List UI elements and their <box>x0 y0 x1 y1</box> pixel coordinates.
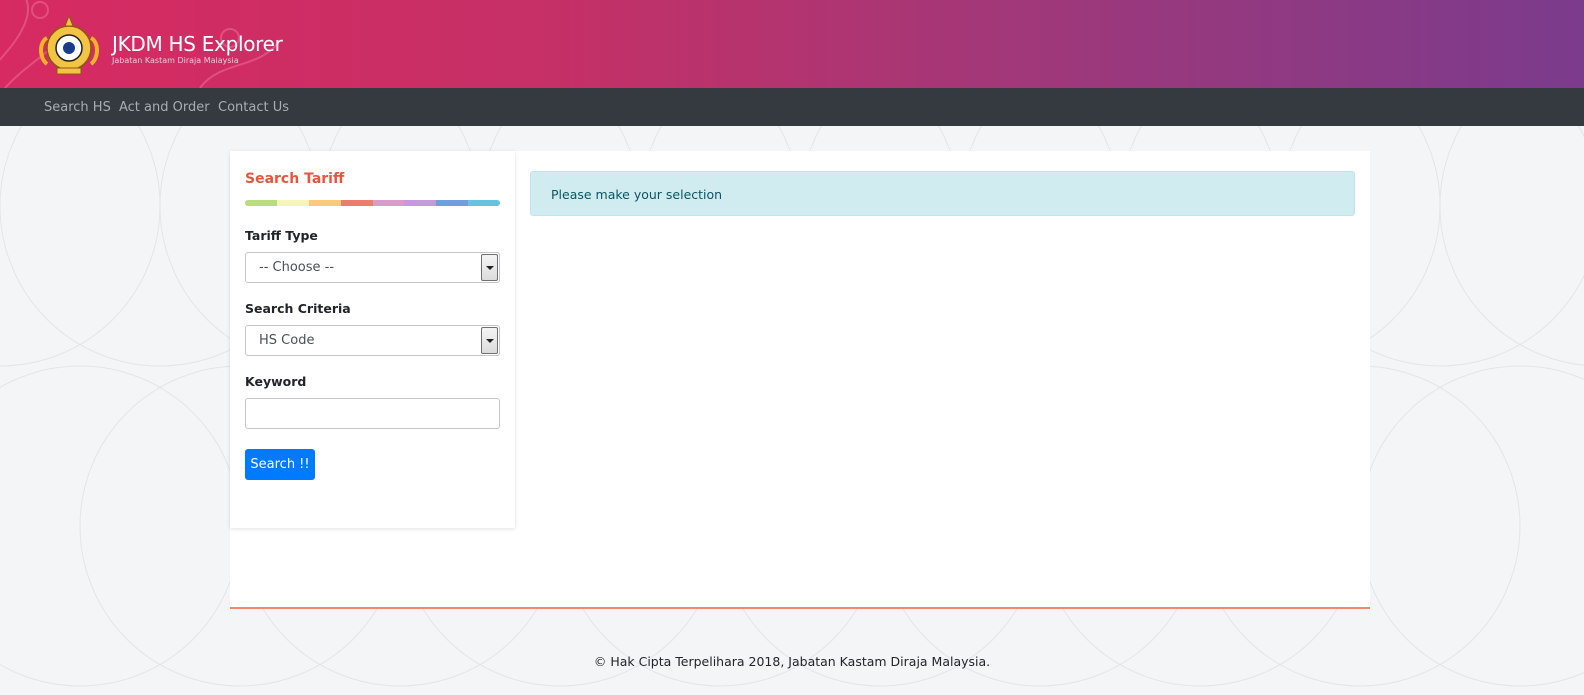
footer-copyright: © Hak Cipta Terpelihara 2018, Jabatan Ka… <box>593 654 991 669</box>
tariff-type-selected: -- Choose -- <box>259 260 335 275</box>
main-content: Search Tariff Tariff Type -- Choose -- S… <box>230 151 1370 609</box>
header-banner: JKDM HS Explorer Jabatan Kastam Diraja M… <box>0 0 1584 88</box>
nav-contact-us[interactable]: Contact Us <box>218 100 289 115</box>
panel-title: Search Tariff <box>245 171 345 187</box>
main-navbar: Search HS Act and Order Contact Us <box>0 88 1584 126</box>
tariff-type-select[interactable]: -- Choose -- <box>245 252 500 283</box>
malaysia-coat-of-arms-icon[interactable] <box>33 12 105 78</box>
chevron-down-icon[interactable] <box>481 327 498 354</box>
chevron-down-icon[interactable] <box>481 254 498 281</box>
keyword-input[interactable] <box>245 398 500 429</box>
content-bottom-divider <box>230 607 1370 609</box>
nav-act-and-order[interactable]: Act and Order <box>119 100 210 115</box>
selection-alert: Please make your selection <box>530 171 1355 216</box>
keyword-label: Keyword <box>245 374 307 389</box>
search-criteria-select[interactable]: HS Code <box>245 325 500 356</box>
app-subtitle: Jabatan Kastam Diraja Malaysia <box>112 56 239 65</box>
search-tariff-panel: Search Tariff Tariff Type -- Choose -- S… <box>230 151 515 528</box>
app-title: JKDM HS Explorer <box>112 32 283 56</box>
rainbow-divider <box>245 200 500 206</box>
tariff-type-label: Tariff Type <box>245 228 318 243</box>
alert-message: Please make your selection <box>551 187 723 202</box>
search-criteria-label: Search Criteria <box>245 301 351 316</box>
nav-search-hs[interactable]: Search HS <box>44 100 111 115</box>
search-criteria-selected: HS Code <box>259 333 315 348</box>
search-button[interactable]: Search !! <box>245 449 315 480</box>
